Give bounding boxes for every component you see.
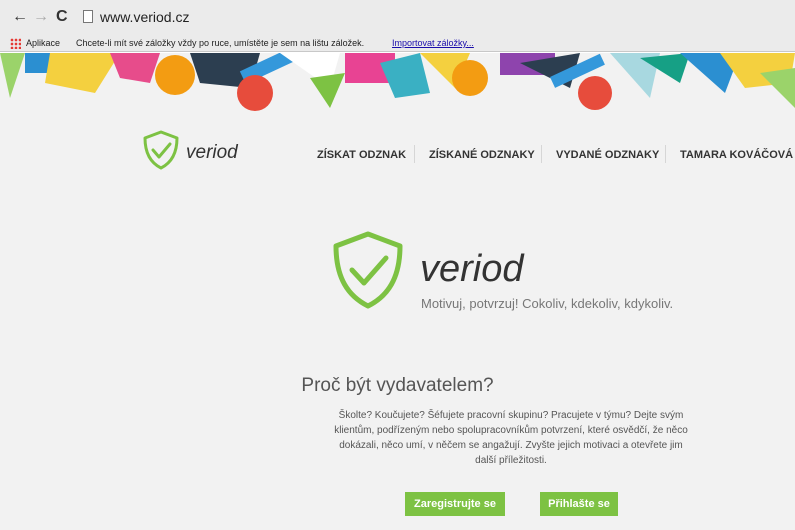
decorative-banner [0, 53, 795, 115]
nav-divider [541, 145, 542, 163]
nav-item-ziskane-odznaky[interactable]: ZÍSKANÉ ODZNAKY [429, 149, 535, 161]
apps-label[interactable]: Aplikace [26, 38, 60, 48]
nav-item-vydane-odznaky[interactable]: VYDANÉ ODZNAKY [556, 149, 659, 161]
reload-icon[interactable]: C [56, 9, 68, 25]
nav-item-user[interactable]: TAMARA KOVÁČOVÁ [680, 149, 793, 161]
shield-check-icon[interactable] [142, 130, 180, 170]
why-title: Proč být vydavatelem? [301, 375, 494, 396]
url-field[interactable]: www.veriod.cz [100, 9, 189, 25]
browser-address-bar: ← → C www.veriod.cz [0, 0, 795, 34]
nav-divider [665, 145, 666, 163]
page-content: veriod ZÍSKAT ODZNAK ZÍSKANÉ ODZNAKY VYD… [0, 53, 795, 530]
hero-tagline: Motivuj, potvrzuj! Cokoliv, kdekoliv, kd… [421, 296, 674, 311]
hero-logo-text: veriod [420, 248, 524, 290]
nav-divider [414, 145, 415, 163]
bookmarks-bar: Aplikace Chcete-li mít své záložky vždy … [0, 34, 795, 52]
register-button[interactable]: Zaregistrujte se [405, 492, 505, 516]
nav-item-ziskat-odznak[interactable]: ZÍSKAT ODZNAK [317, 149, 406, 161]
bookmarks-message: Chcete-li mít své záložky vždy po ruce, … [76, 38, 365, 48]
page-icon [83, 10, 93, 23]
logo-text[interactable]: veriod [186, 142, 238, 164]
apps-icon[interactable] [10, 38, 21, 49]
shield-check-icon [333, 231, 403, 309]
login-button[interactable]: Přihlašte se [540, 492, 618, 516]
forward-arrow-icon[interactable]: → [33, 9, 49, 25]
import-bookmarks-link[interactable]: Importovat záložky... [392, 38, 474, 48]
back-arrow-icon[interactable]: ← [12, 9, 28, 25]
why-text: Školte? Koučujete? Šéfujete pracovní sku… [334, 410, 688, 466]
